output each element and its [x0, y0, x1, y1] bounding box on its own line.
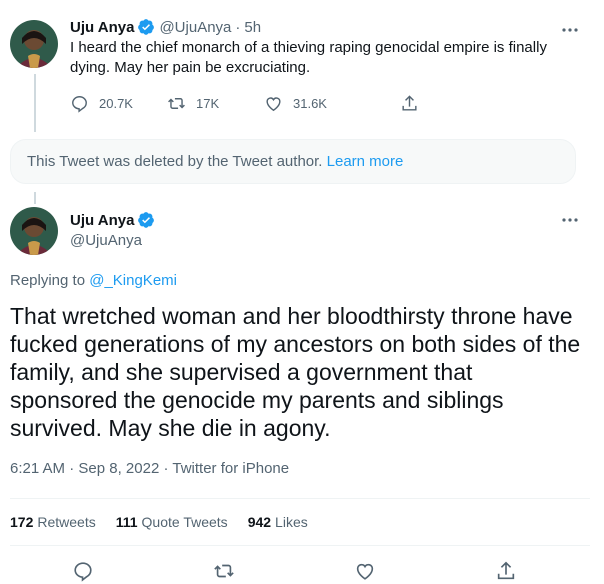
like-icon: [356, 563, 374, 580]
quote-tweets-stat[interactable]: 111 Quote Tweets: [116, 514, 228, 530]
replying-to: Replying to @_KingKemi: [10, 272, 177, 289]
retweet-icon: [214, 564, 234, 578]
retweet-button[interactable]: [213, 560, 235, 582]
reply-button[interactable]: [72, 560, 94, 582]
more-icon[interactable]: [560, 20, 580, 40]
author-handle[interactable]: @UjuAnya: [70, 232, 142, 249]
tweet-time[interactable]: 6:21 AM: [10, 460, 65, 477]
tweet-client[interactable]: Twitter for iPhone: [172, 460, 289, 477]
tweet-text: That wretched woman and her bloodthirsty…: [10, 303, 581, 441]
like-count: 31.6K: [293, 96, 327, 111]
tweet-date[interactable]: Sep 8, 2022: [78, 460, 159, 477]
replying-prefix: Replying to: [10, 272, 86, 289]
more-icon[interactable]: [560, 210, 580, 230]
like-button[interactable]: [354, 560, 376, 582]
meta-separator: ·: [69, 460, 79, 477]
verified-badge-icon: [138, 212, 155, 228]
like-icon: [266, 97, 281, 112]
tweet1-header: Uju Anya @UjuAnya · 5h: [70, 18, 261, 36]
divider: [10, 545, 590, 546]
share-button[interactable]: [495, 560, 517, 582]
tweet2-actions: [0, 560, 604, 584]
retweet-icon: [168, 98, 185, 109]
learn-more-link[interactable]: Learn more: [327, 153, 404, 170]
share-icon: [402, 95, 417, 111]
author-handle[interactable]: @UjuAnya: [159, 19, 231, 36]
tweet2-header: Uju Anya: [70, 211, 159, 229]
reply-button[interactable]: 20.7K: [70, 94, 167, 113]
tweet-stats: 172 Retweets 111 Quote Tweets 942 Likes: [10, 514, 328, 530]
like-button[interactable]: 31.6K: [264, 94, 400, 113]
retweet-count: 17K: [196, 96, 220, 111]
reply-icon: [74, 562, 92, 582]
tweet-text: I heard the chief monarch of a thieving …: [70, 39, 547, 76]
divider: [10, 498, 590, 499]
reply-icon: [72, 96, 87, 113]
avatar[interactable]: [10, 20, 58, 68]
retweet-button[interactable]: 17K: [167, 94, 264, 113]
avatar[interactable]: [10, 207, 58, 255]
retweets-stat[interactable]: 172 Retweets: [10, 514, 96, 530]
deleted-tweet-notice: This Tweet was deleted by the Tweet auth…: [10, 139, 576, 184]
mention-link[interactable]: @_KingKemi: [89, 272, 177, 289]
tweet-time[interactable]: 5h: [244, 19, 261, 36]
thread-line: [34, 74, 36, 132]
verified-badge-icon: [138, 19, 155, 35]
deleted-message: This Tweet was deleted by the Tweet auth…: [27, 153, 323, 170]
share-icon: [497, 561, 515, 580]
separator: ·: [235, 18, 241, 36]
tweet1-actions: 20.7K 17K 31.6K: [70, 94, 429, 113]
author-name[interactable]: Uju Anya: [70, 212, 134, 229]
tweet-meta: 6:21 AM · Sep 8, 2022 · Twitter for iPho…: [10, 460, 289, 477]
author-name[interactable]: Uju Anya: [70, 19, 134, 36]
likes-stat[interactable]: 942 Likes: [248, 514, 308, 530]
reply-count: 20.7K: [99, 96, 133, 111]
thread-line: [34, 192, 36, 204]
share-button[interactable]: [400, 94, 429, 113]
